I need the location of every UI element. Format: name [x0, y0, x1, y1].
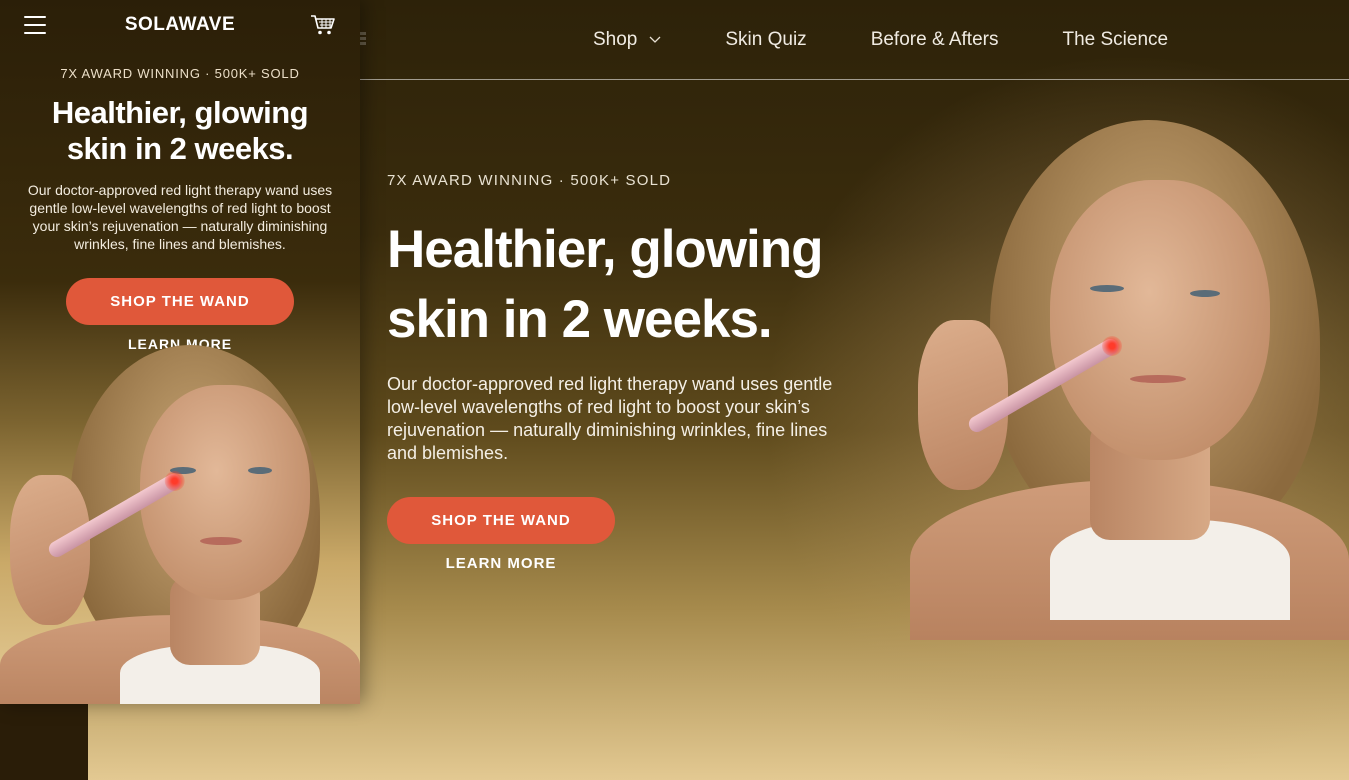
nav-shop-label: Shop	[593, 29, 638, 50]
cart-icon[interactable]	[310, 14, 336, 36]
nav-the-science[interactable]: The Science	[1062, 29, 1168, 51]
nav-links: Shop Skin Quiz Before & Afters The Scien…	[593, 29, 1232, 51]
mobile-hero-model-image	[0, 345, 360, 704]
nav-before-afters[interactable]: Before & Afters	[871, 29, 999, 51]
learn-more-link[interactable]: LEARN MORE	[387, 555, 615, 572]
mobile-hero-title: Healthier, glowing skin in 2 weeks.	[0, 95, 360, 167]
mobile-hero-title-line2: skin in 2 weeks.	[66, 131, 294, 166]
logo[interactable]: SOLAWAVE	[0, 14, 360, 36]
desktop-left-strip	[0, 700, 88, 780]
shop-the-wand-button[interactable]: SHOP THE WAND	[387, 497, 615, 544]
hero-title-line2: skin in 2 weeks.	[387, 290, 773, 349]
mobile-hero-eyebrow: 7X AWARD WINNING · 500K+ SOLD	[60, 66, 300, 81]
mobile-hero-title-line1: Healthier, glowing	[51, 95, 309, 130]
hero-title: Healthier, glowing skin in 2 weeks.	[387, 215, 907, 355]
hero-copy: 7X AWARD WINNING · 500K+ SOLD Healthier,…	[387, 172, 907, 572]
hero-description: Our doctor-approved red light therapy wa…	[387, 374, 833, 463]
hero-title-line1: Healthier, glowing	[387, 220, 824, 279]
chevron-down-icon	[649, 36, 661, 43]
nav-shop[interactable]: Shop	[593, 29, 661, 51]
hero-eyebrow: 7X AWARD WINNING · 500K+ SOLD	[387, 172, 672, 189]
mobile-header: SOLAWAVE	[0, 0, 360, 52]
mobile-shop-the-wand-button[interactable]: SHOP THE WAND	[66, 278, 294, 325]
mobile-hero-copy: 7X AWARD WINNING · 500K+ SOLD Healthier,…	[0, 66, 360, 352]
mobile-hero-description: Our doctor-approved red light therapy wa…	[27, 182, 333, 252]
nav-skin-quiz[interactable]: Skin Quiz	[725, 29, 806, 51]
mobile-view: SOLAWAVE 7X AWARD WINNING · 500K+ SOLD H…	[0, 0, 360, 704]
hero-model-image	[900, 120, 1349, 640]
